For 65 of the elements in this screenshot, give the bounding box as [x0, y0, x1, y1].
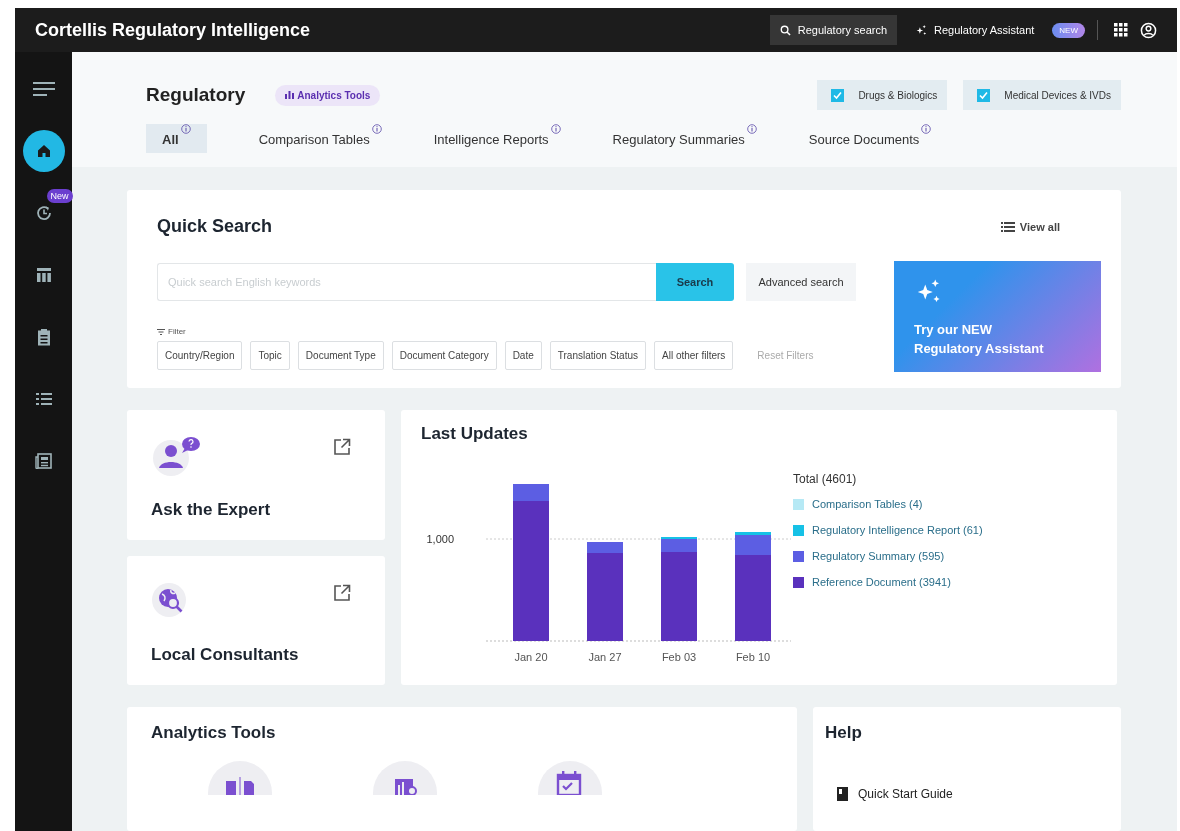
info-icon: [550, 124, 561, 134]
filter-button[interactable]: Document Category: [391, 341, 497, 370]
info-icon: [180, 124, 191, 134]
view-all-link[interactable]: View all: [994, 219, 1066, 234]
compare-documents-icon[interactable]: [208, 761, 272, 795]
info-icon: [921, 124, 932, 134]
section-title: Quick Search: [157, 216, 273, 237]
info-icon: [371, 124, 382, 134]
legend-label[interactable]: Reference Document (3941): [812, 576, 951, 588]
checkbox-label: Medical Devices & IVDs: [1004, 89, 1111, 101]
legend-label[interactable]: Comparison Tables (4): [812, 498, 923, 510]
axis-label: 1,000: [426, 533, 454, 545]
service-card[interactable]: Local Consultants: [127, 555, 385, 685]
tab[interactable]: Regulatory Summaries: [612, 124, 757, 153]
assistant-button[interactable]: Regulatory Assistant: [909, 22, 1041, 38]
home-icon[interactable]: [22, 130, 65, 172]
filter-button[interactable]: Country/Region: [157, 341, 243, 370]
filter-icon: [157, 328, 165, 335]
filter-button[interactable]: Document Type: [297, 341, 384, 370]
analytics-tools-badge[interactable]: Analytics Tools: [275, 84, 381, 106]
axis-label: Jan 20: [514, 651, 548, 663]
chart-icon[interactable]: [373, 761, 437, 795]
filter-button[interactable]: All other filters: [654, 341, 734, 370]
page-title: Regulatory: [146, 84, 246, 106]
tab[interactable]: All: [146, 124, 207, 153]
legend-label[interactable]: Regulatory Summary (595): [812, 550, 945, 562]
service-card[interactable]: Ask the Expert: [127, 410, 385, 540]
book-icon: [837, 787, 848, 801]
help-link[interactable]: Quick Start Guide: [858, 787, 953, 801]
filter-button[interactable]: Translation Status: [549, 341, 646, 370]
axis-label: Feb 10: [735, 651, 771, 663]
card-title: Ask the Expert: [151, 499, 272, 520]
search-button[interactable]: Regulatory search: [769, 15, 898, 45]
sparkle-icon: [915, 23, 929, 37]
checkbox-label: Drugs & Biologics: [858, 89, 938, 101]
filter-button[interactable]: Topic: [250, 341, 290, 370]
calendar-check-icon[interactable]: [538, 761, 602, 795]
new-badge: NEW: [1052, 22, 1085, 38]
app-title: Cortellis Regulatory Intelligence: [35, 19, 312, 41]
search-icon: [779, 24, 791, 36]
legend-label[interactable]: Regulatory Intelligence Report (61): [812, 524, 983, 536]
new-badge: New: [46, 189, 73, 203]
external-link-icon[interactable]: [333, 583, 351, 602]
checkbox[interactable]: [977, 88, 991, 102]
filter-label: Filter: [168, 327, 186, 336]
advanced-search-button[interactable]: Advanced search: [746, 263, 856, 301]
checkbox[interactable]: [831, 88, 845, 102]
section-title: Last Updates: [421, 424, 529, 444]
card-title: Local Consultants: [151, 645, 300, 665]
section-title: Help: [825, 723, 863, 743]
external-link-icon[interactable]: [333, 438, 351, 456]
list-icon: [1000, 221, 1015, 232]
tab[interactable]: Comparison Tables: [258, 124, 382, 153]
section-title: Analytics Tools: [151, 723, 277, 743]
user-icon[interactable]: [1140, 21, 1157, 39]
axis-label: Feb 03: [661, 651, 697, 663]
tab[interactable]: Source Documents: [808, 124, 932, 153]
bar-chart-icon: [285, 91, 295, 99]
legend-total: Total (4601): [793, 472, 858, 486]
apps-grid-icon[interactable]: [1114, 23, 1128, 37]
search-button[interactable]: Search: [656, 263, 734, 301]
filter-button[interactable]: Date: [504, 341, 542, 370]
info-icon: [746, 124, 757, 134]
tab[interactable]: Intelligence Reports: [433, 124, 561, 153]
axis-label: Jan 27: [588, 651, 622, 663]
